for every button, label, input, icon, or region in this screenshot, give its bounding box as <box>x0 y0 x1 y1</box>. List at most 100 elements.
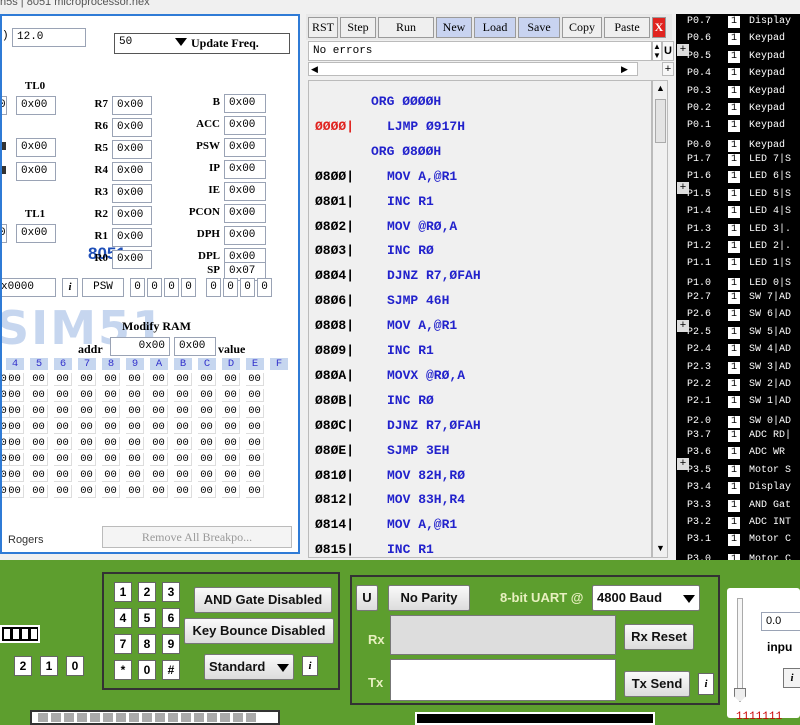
code-address[interactable]: Ø8ØB| <box>315 388 354 414</box>
ram-cell[interactable]: 00 <box>222 421 240 434</box>
pin-value[interactable]: 1 <box>728 517 740 529</box>
code-line[interactable]: Ø8ØA| MOVX @RØ,A <box>309 363 651 389</box>
pin-value[interactable]: 1 <box>728 188 740 201</box>
ram-cell[interactable]: 00 <box>54 453 72 466</box>
ram-cell[interactable]: 00 <box>198 453 216 466</box>
ram-cell[interactable]: 00 <box>30 373 48 386</box>
tx-send-button[interactable]: Tx Send <box>624 671 690 697</box>
code-line[interactable]: Ø814| MOV A,@R1 <box>309 512 651 538</box>
code-vscroll[interactable]: ▲ ▼ <box>652 80 668 558</box>
ram-cell[interactable]: 00 <box>102 373 120 386</box>
code-plus-button[interactable]: + <box>662 62 674 76</box>
ram-cell[interactable]: 00 <box>102 421 120 434</box>
register-input[interactable]: 0x00 <box>112 228 152 247</box>
ram-cell[interactable]: 00 <box>222 405 240 418</box>
psw-bit[interactable]: 0 <box>147 278 162 297</box>
addr-input[interactable]: 0x00 <box>110 337 170 356</box>
ram-cell[interactable]: 00 <box>78 453 96 466</box>
ram-cell[interactable]: 00 <box>246 389 264 402</box>
ram-cell[interactable]: 00 <box>174 405 192 418</box>
code-line[interactable]: ORG Ø8ØØH <box>309 139 651 165</box>
psw-bit[interactable]: 0 <box>240 278 255 297</box>
ram-cell[interactable]: 00 <box>150 469 168 482</box>
keypad-key[interactable]: 6 <box>162 608 180 628</box>
update-freq-label[interactable]: Update Freq. <box>191 36 259 51</box>
ram-cell[interactable]: 00 <box>150 405 168 418</box>
sfr-input[interactable]: 0x00 <box>224 116 266 135</box>
freq-select[interactable]: 50 Update Freq. <box>114 33 290 54</box>
code-address[interactable]: Ø8ØA| <box>315 363 354 389</box>
code-address[interactable]: Ø8ØE| <box>315 438 354 464</box>
pin-plus-p1[interactable]: + <box>677 182 689 194</box>
ram-cell[interactable]: 00 <box>246 421 264 434</box>
psw-bit[interactable]: 0 <box>164 278 179 297</box>
ram-cell[interactable]: 00 <box>198 437 216 450</box>
ram-cell[interactable]: 00 <box>126 405 144 418</box>
ram-cell[interactable]: 00 <box>102 437 120 450</box>
reset-button[interactable]: RST <box>308 17 338 38</box>
side-input-2[interactable]: 0x00 <box>16 162 56 181</box>
key-bounce-button[interactable]: Key Bounce Disabled <box>184 618 334 644</box>
ram-cell[interactable]: 00 <box>126 421 144 434</box>
pin-value[interactable]: 1 <box>728 344 740 357</box>
pin-value[interactable]: 1 <box>728 140 740 152</box>
ram-cell[interactable]: 00 <box>6 421 24 434</box>
ram-cell[interactable]: 00 <box>198 389 216 402</box>
and-gate-button[interactable]: AND Gate Disabled <box>194 587 332 613</box>
ram-cell[interactable]: 00 <box>150 437 168 450</box>
ram-cell[interactable]: 00 <box>246 469 264 482</box>
ram-cell[interactable]: 00 <box>102 405 120 418</box>
ram-cell[interactable]: 00 <box>126 485 144 498</box>
digit-key-2[interactable]: 2 <box>14 656 32 676</box>
ram-cell[interactable]: 00 <box>150 389 168 402</box>
baud-select[interactable]: 4800 Baud <box>592 585 700 611</box>
code-address[interactable]: Ø8Ø8| <box>315 313 354 339</box>
ram-cell[interactable]: 00 <box>54 421 72 434</box>
pin-value[interactable]: 1 <box>728 499 740 512</box>
sfr-input[interactable]: 0x00 <box>224 226 266 245</box>
pin-value[interactable]: 1 <box>728 33 740 46</box>
remove-breakpoints-button[interactable]: Remove All Breakpo... <box>102 526 292 548</box>
ram-cell[interactable]: 00 <box>78 389 96 402</box>
code-address[interactable]: Ø812| <box>315 487 354 513</box>
keypad-key[interactable]: 2 <box>138 582 156 602</box>
ram-cell[interactable]: 00 <box>102 389 120 402</box>
code-address[interactable]: Ø8Ø2| <box>315 214 354 240</box>
keypad-key[interactable]: 9 <box>162 634 180 654</box>
ram-cell[interactable]: 00 <box>150 485 168 498</box>
code-line[interactable]: Ø8Ø4| DJNZ R7,ØFAH <box>309 263 651 289</box>
code-address[interactable]: Ø814| <box>315 512 354 538</box>
tx-field[interactable] <box>390 659 616 701</box>
tl1-left-input[interactable]: 0 <box>2 224 7 243</box>
code-line[interactable]: Ø812| MOV 83H,R4 <box>309 487 651 513</box>
ram-cell[interactable]: 00 <box>126 373 144 386</box>
pc-input[interactable]: x0000 <box>2 278 56 297</box>
code-address[interactable]: Ø8ØØ| <box>315 164 354 190</box>
code-address[interactable]: Ø8Ø3| <box>315 238 354 264</box>
freq-input[interactable]: 12.0 <box>12 28 86 47</box>
code-line[interactable]: Ø81Ø| MOV 82H,RØ <box>309 463 651 489</box>
ram-cell[interactable]: 00 <box>30 437 48 450</box>
parity-button[interactable]: No Parity <box>388 585 470 611</box>
register-input[interactable]: 0x00 <box>112 140 152 159</box>
save-button[interactable]: Save <box>518 17 560 38</box>
pin-value[interactable]: 1 <box>728 16 740 28</box>
ram-cell[interactable]: 00 <box>6 405 24 418</box>
scroll-down-icon[interactable]: ▼ <box>656 543 665 553</box>
scroll-right-icon[interactable]: ▶ <box>621 64 628 75</box>
ram-cell[interactable]: 00 <box>6 453 24 466</box>
rx-field[interactable] <box>390 615 616 655</box>
ram-cell[interactable]: 00 <box>174 421 192 434</box>
code-line[interactable]: Ø815| INC R1 <box>309 537 651 557</box>
ram-cell[interactable]: 00 <box>30 469 48 482</box>
adc-slider-thumb[interactable] <box>734 688 746 702</box>
ram-cell[interactable]: 00 <box>174 469 192 482</box>
ram-cell[interactable]: 00 <box>126 453 144 466</box>
ram-cell[interactable]: 00 <box>246 405 264 418</box>
code-line[interactable]: ØØØØ| LJMP Ø917H <box>309 114 651 140</box>
sfr-input[interactable]: 0x00 <box>224 204 266 223</box>
sfr-input[interactable]: 0x00 <box>224 182 266 201</box>
uart-info-button[interactable]: i <box>698 673 714 695</box>
ram-cell[interactable]: 00 <box>78 469 96 482</box>
ram-cell[interactable]: 00 <box>246 453 264 466</box>
